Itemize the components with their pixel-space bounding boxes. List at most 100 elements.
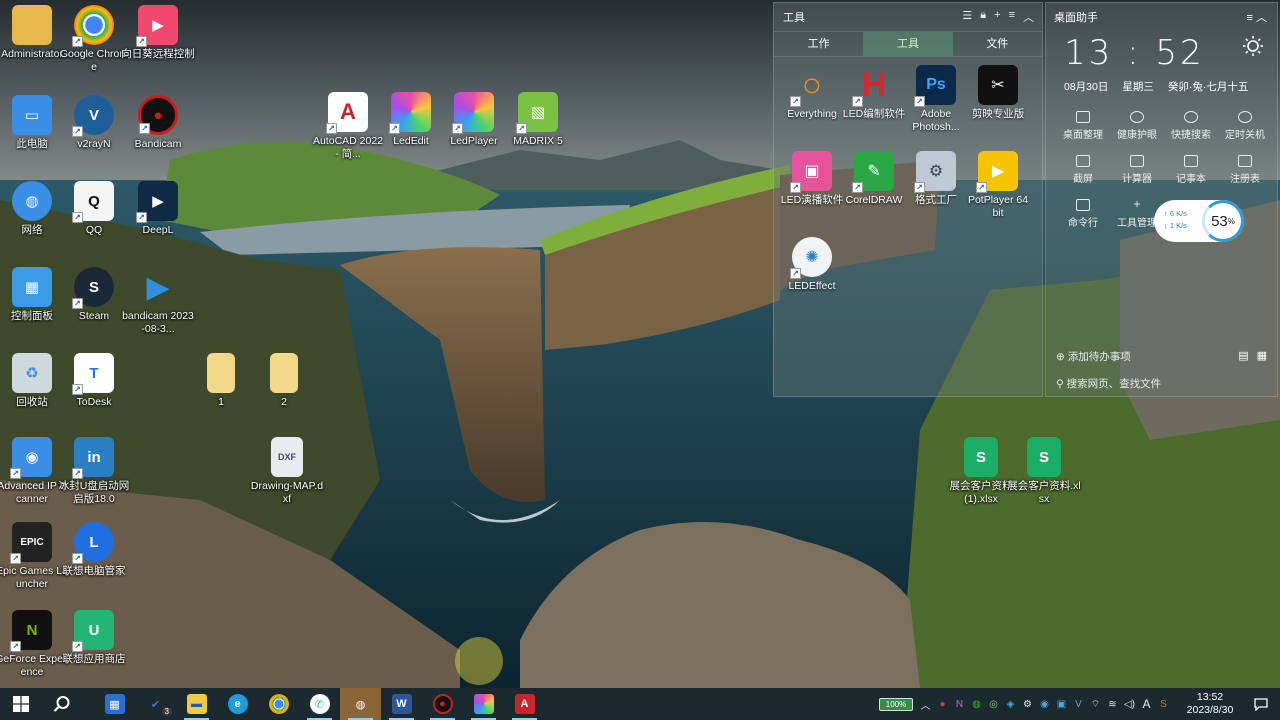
store-icon: ▦ (104, 694, 125, 714)
collapse-icon[interactable]: ︿ (1023, 9, 1034, 25)
desktop-assistant-panel[interactable]: 桌面助手 ≡ ︿ 13 : 52 08月30日 星期三 癸卯·兔·七月十五 桌面… (1045, 2, 1278, 397)
everything-icon: ○ ↗ (790, 65, 832, 107)
desktop-icon-lenovo-manager[interactable]: L ↗ 联想电脑管家 (57, 522, 131, 578)
desktop-icon-steam[interactable]: S ↗ Steam (57, 267, 131, 323)
video-file-icon: ▶ (146, 270, 170, 304)
tool-calculator[interactable]: 计算器 (1110, 155, 1164, 185)
folder-icon: ▬ (186, 694, 207, 714)
tool-quick-search[interactable]: 快捷搜索 (1164, 111, 1218, 141)
desktop-icon-label: 联想应用商店 (62, 653, 126, 665)
shortcut-arrow-icon: ↗ (72, 468, 83, 479)
desktop-icon-todesk[interactable]: T ↗ ToDesk (57, 353, 131, 409)
wifi-icon[interactable]: ≋ (1104, 688, 1121, 720)
desktop-icon-drawing-map[interactable]: DXF Drawing-MAP.dxf (250, 437, 324, 506)
tool-fence-panel[interactable]: 工具 ☰ 🔒︎ + ≡ ︿ 工作 工具 文件 ○ ↗ Everything H ↗ … (773, 2, 1043, 397)
autocad-icon: A ↗ (326, 92, 368, 134)
assistant-search[interactable]: ⚲ 搜索网页、查找文件 (1056, 376, 1161, 391)
taskbar-app-chrome[interactable] (258, 688, 299, 720)
wechat-work-icon[interactable]: ◎ (985, 688, 1002, 720)
desktop-icon-lenovo-store[interactable]: U ↗ 联想应用商店 (57, 610, 131, 666)
desktop-icon-sunflower[interactable]: ▶ ↗ 向日葵远程控制 (121, 5, 195, 61)
taskbar-app-autocad[interactable]: A (504, 688, 545, 720)
add-icon[interactable]: + (994, 9, 1000, 25)
input-method-icon[interactable]: A (1138, 688, 1155, 720)
ledplayer-icon: ↗ (452, 92, 494, 134)
menu-icon[interactable]: ≡ ︿ (1247, 9, 1267, 25)
list-view-icon[interactable]: ☰ (962, 9, 972, 25)
taskbar-app-ledplayer[interactable] (463, 688, 504, 720)
vpn-tray-icon[interactable]: V (1070, 688, 1087, 720)
qq-tray-icon[interactable]: ◉ (1036, 688, 1053, 720)
desktop-icon-xlsx-2[interactable]: S 展会客户资料.xlsx (1007, 437, 1081, 506)
desktop-icon-ledplayer[interactable]: ↗ LedPlayer (437, 92, 511, 148)
desktop-icon-google-chrome[interactable]: ↗ Google Chrome (57, 5, 131, 74)
qq-icon: Q ↗ (72, 181, 114, 223)
taskbar-app-todo[interactable]: ✔ 3 (135, 688, 176, 720)
network-icon[interactable]: ⌔ (1087, 688, 1104, 720)
tool-app-potplayer[interactable]: ▶ ↗ PotPlayer 64 bit (962, 151, 1034, 220)
tool-eye-care[interactable]: 健康护眼 (1110, 111, 1164, 141)
shortcut-arrow-icon: ↗ (10, 468, 21, 479)
tool-app-capcut[interactable]: ✂ 剪映专业版 (962, 65, 1034, 121)
qr-code-icon[interactable]: ▦ (1257, 349, 1267, 362)
wechat-tray-icon[interactable]: ◍ (968, 688, 985, 720)
search-button[interactable] (41, 688, 82, 720)
taskbar-app-file-explorer[interactable]: ▬ (176, 688, 217, 720)
steam-tray-icon[interactable]: ⚙ (1019, 688, 1036, 720)
tool-command-line[interactable]: 命令行 (1056, 199, 1110, 229)
note-icon[interactable]: ▤ (1238, 349, 1248, 362)
taskbar-app-edge[interactable]: e (217, 688, 258, 720)
search-icon: ⚲ (1056, 378, 1064, 390)
tool-notepad[interactable]: 记事本 (1164, 155, 1218, 185)
control-panel-icon: ▦ (12, 267, 52, 307)
notification-button[interactable] (1242, 688, 1280, 720)
date-text: 08月30日 (1064, 81, 1109, 93)
desktop-icon-bandicam[interactable]: ● ↗ Bandicam (121, 95, 195, 151)
network-speed-widget[interactable]: ↑ 6 K/s ↓ 1 K/s 53% (1154, 200, 1244, 242)
add-todo[interactable]: ⊕ 添加待办事项 (1056, 349, 1131, 364)
taskbar-clock[interactable]: 13:52 2023/8/30 (1178, 691, 1242, 717)
led-edit-software-icon: H ↗ (852, 65, 894, 107)
lenovo-tray-icon[interactable]: ▣ (1053, 688, 1070, 720)
lock-icon[interactable]: 🔒︎ (980, 9, 986, 25)
cursor-highlight (455, 637, 503, 685)
tool-app-ledeffect[interactable]: ✺ ↗ LEDEffect (776, 237, 848, 293)
start-button[interactable] (0, 688, 41, 720)
tab-tools[interactable]: 工具 (863, 32, 953, 56)
net-speeds: ↑ 6 K/s ↓ 1 K/s (1164, 208, 1187, 232)
tool-desktop-organize[interactable]: 桌面整理 (1056, 111, 1110, 141)
download-speed: ↓ 1 K/s (1164, 221, 1187, 230)
sogou-ime-icon[interactable]: S (1155, 688, 1172, 720)
tab-files[interactable]: 文件 (953, 32, 1042, 56)
record-icon[interactable]: ● (934, 688, 951, 720)
taskbar-app-wechat[interactable]: ◍ (340, 688, 381, 720)
desktop-icon-qq[interactable]: Q ↗ QQ (57, 181, 131, 237)
tool-screenshot[interactable]: 截屏 (1056, 155, 1110, 185)
battery-indicator[interactable]: 100% (879, 697, 913, 711)
onenote-icon[interactable]: N (951, 688, 968, 720)
taskbar-app-store[interactable]: ▦ (94, 688, 135, 720)
menu-icon[interactable]: ≡ (1009, 9, 1015, 25)
desktop-icon-usb-boot[interactable]: in ↗ 冰封U盘启动网启版18.0 (57, 437, 131, 506)
desktop-icon-label: 向日葵远程控制 (121, 48, 195, 60)
desktop-icon-bandicam-video[interactable]: ▶ bandicam 2023-08-3... (121, 267, 195, 336)
desktop-icon-folder-2[interactable]: 2 (247, 353, 321, 409)
desktop-icon-v2rayn[interactable]: V ↗ v2rayN (57, 95, 131, 151)
taskbar-app-word[interactable]: W (381, 688, 422, 720)
desktop-icon-deepl[interactable]: ▶ ↗ DeepL (121, 181, 195, 237)
tab-work[interactable]: 工作 (774, 32, 863, 56)
tool-timed-shutdown[interactable]: 定时关机 (1218, 111, 1272, 141)
taskbar-app-whatsapp[interactable]: ✆ (299, 688, 340, 720)
v2rayn-icon: V ↗ (72, 95, 114, 137)
volume-icon[interactable]: ◁) (1121, 688, 1138, 720)
shortcut-arrow-icon: ↗ (10, 641, 21, 652)
taskbar-app-bandicam[interactable]: ● (422, 688, 463, 720)
chevron-up-icon[interactable]: ︿ (917, 688, 934, 720)
folder-user-icon (12, 5, 52, 45)
app-tray-icon[interactable]: ◈ (1002, 688, 1019, 720)
dxf-file-icon: DXF (271, 437, 303, 477)
tool-registry[interactable]: 注册表 (1218, 155, 1272, 185)
lunar-date-text: 癸卯·兔·七月十五 (1167, 81, 1249, 93)
windows-logo-icon (12, 696, 29, 712)
desktop-icon-madrix[interactable]: ▧ ↗ MADRIX 5 (501, 92, 575, 148)
